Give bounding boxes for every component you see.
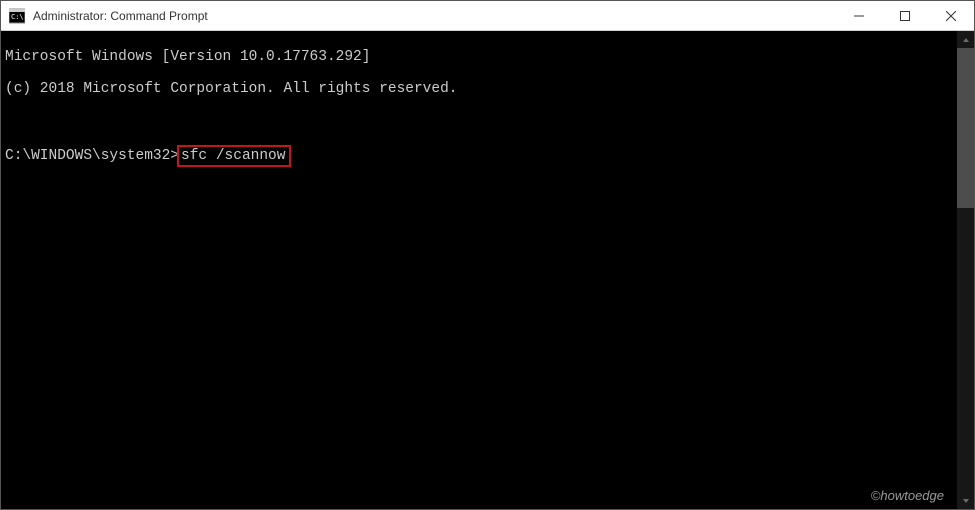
command-prompt-window: C:\ Administrator: Command Prompt Micros… — [0, 0, 975, 510]
terminal-command: sfc /scannow — [181, 148, 285, 164]
terminal-area[interactable]: Microsoft Windows [Version 10.0.17763.29… — [1, 31, 974, 509]
window-controls — [836, 1, 974, 30]
watermark-text: ©howtoedge — [871, 488, 944, 503]
terminal-content[interactable]: Microsoft Windows [Version 10.0.17763.29… — [1, 31, 957, 509]
terminal-prompt: C:\WINDOWS\system32> — [5, 148, 179, 164]
command-highlight: sfc /scannow — [177, 145, 291, 167]
scroll-down-arrow-icon[interactable] — [957, 492, 974, 509]
svg-text:C:\: C:\ — [11, 13, 24, 21]
maximize-button[interactable] — [882, 1, 928, 30]
scroll-thumb[interactable] — [957, 48, 974, 208]
terminal-output-line: Microsoft Windows [Version 10.0.17763.29… — [5, 49, 953, 65]
titlebar[interactable]: C:\ Administrator: Command Prompt — [1, 1, 974, 31]
window-title: Administrator: Command Prompt — [33, 9, 836, 23]
scroll-up-arrow-icon[interactable] — [957, 31, 974, 48]
vertical-scrollbar[interactable] — [957, 31, 974, 509]
scroll-track[interactable] — [957, 48, 974, 492]
terminal-blank-line — [5, 113, 953, 129]
app-icon: C:\ — [9, 8, 25, 24]
close-button[interactable] — [928, 1, 974, 30]
minimize-button[interactable] — [836, 1, 882, 30]
terminal-output-line: (c) 2018 Microsoft Corporation. All righ… — [5, 81, 953, 97]
